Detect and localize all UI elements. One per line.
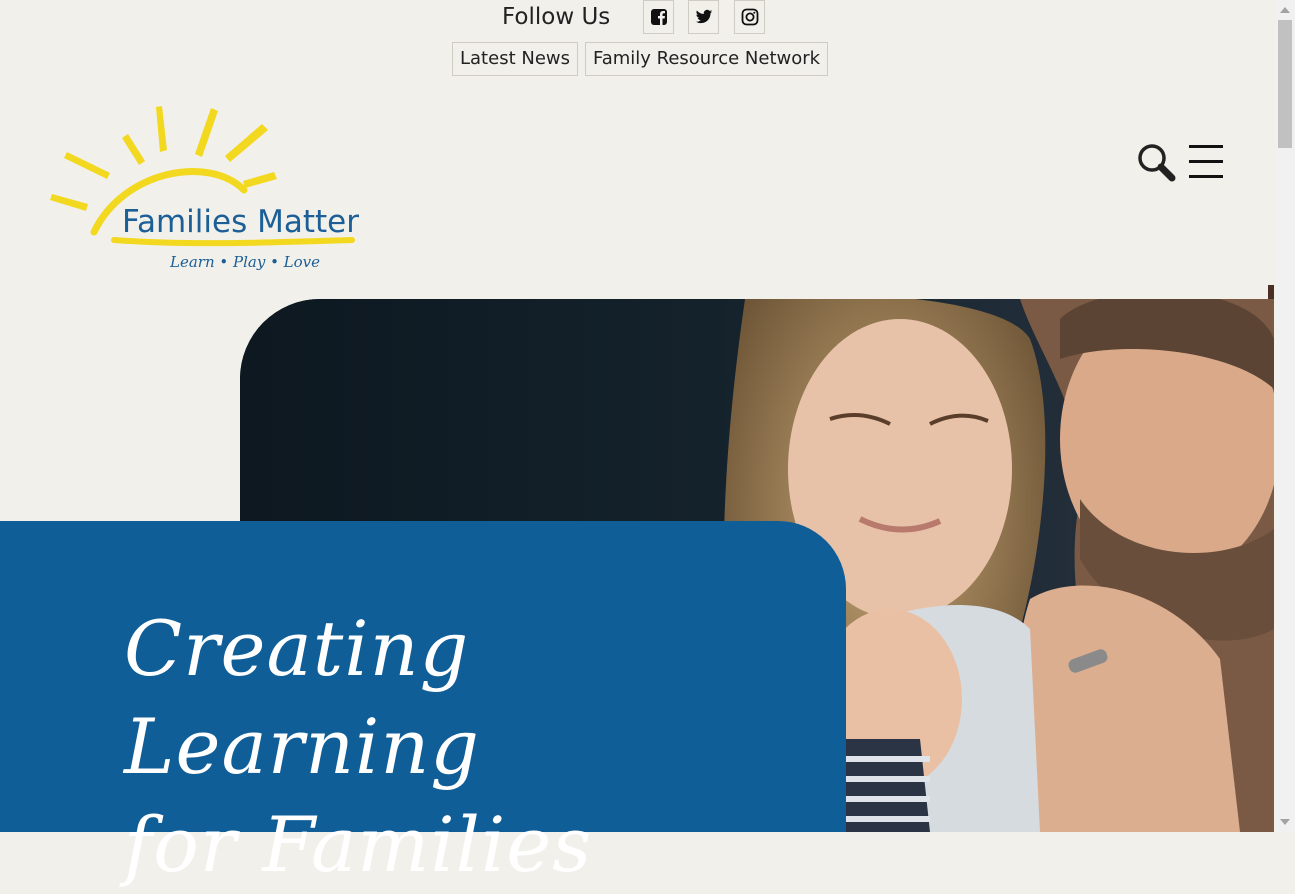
facebook-link[interactable]	[643, 0, 674, 34]
sun-logo-graphic: Families Matter Learn • Play • Love	[50, 106, 359, 271]
hamburger-menu-icon	[1189, 145, 1223, 178]
twitter-icon	[695, 9, 712, 24]
page-scrollbar[interactable]	[1275, 0, 1295, 832]
families-matter-logo[interactable]: Families Matter Learn • Play • Love	[44, 100, 364, 280]
facebook-icon	[650, 9, 667, 25]
search-button[interactable]	[1134, 140, 1178, 184]
follow-us-label: Follow Us	[502, 4, 611, 30]
latest-news-link[interactable]: Latest News	[452, 42, 578, 76]
family-resource-network-link[interactable]: Family Resource Network	[585, 42, 829, 76]
instagram-icon	[741, 8, 758, 26]
hero-title-line-2: for Families	[124, 800, 593, 889]
scroll-up-arrow-icon[interactable]	[1280, 7, 1290, 13]
scroll-thumb[interactable]	[1278, 20, 1292, 148]
menu-button[interactable]	[1186, 142, 1228, 182]
hero-title-line-1: Creating Learning	[124, 604, 480, 791]
logo-wordmark: Families Matter	[122, 204, 359, 240]
twitter-link[interactable]	[688, 0, 719, 34]
scroll-down-arrow-icon[interactable]	[1280, 819, 1290, 825]
instagram-link[interactable]	[734, 0, 765, 34]
logo-tagline: Learn • Play • Love	[169, 253, 320, 271]
hero-title: Creating Learning for Families	[124, 600, 824, 894]
social-bar: Follow Us	[0, 0, 1275, 38]
search-icon	[1138, 144, 1176, 182]
